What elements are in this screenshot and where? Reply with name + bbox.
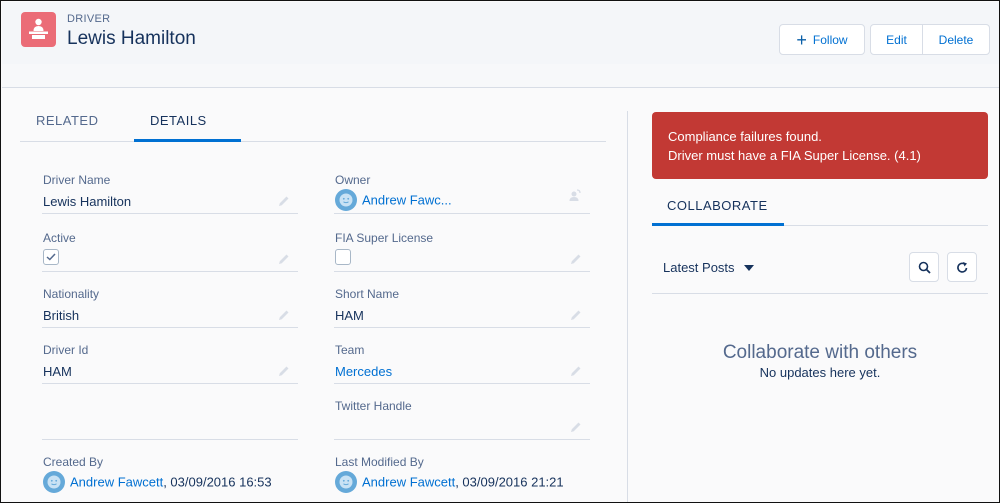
caret-down-icon bbox=[743, 264, 754, 271]
plus-icon: + bbox=[796, 29, 807, 50]
field-label: Nationality bbox=[43, 287, 100, 301]
field-active: Active bbox=[42, 216, 298, 272]
change-owner-icon[interactable] bbox=[568, 188, 582, 207]
active-checkbox bbox=[43, 249, 59, 265]
search-feed-button[interactable] bbox=[909, 252, 939, 282]
driver-podium-icon bbox=[21, 12, 56, 47]
feed-filter-label: Latest Posts bbox=[663, 260, 735, 275]
field-label: Active bbox=[43, 231, 76, 245]
empty-feed-subtitle: No updates here yet. bbox=[759, 365, 881, 380]
field-value: British bbox=[43, 308, 80, 323]
follow-button[interactable]: + Follow bbox=[779, 24, 865, 55]
field-value: Lewis Hamilton bbox=[43, 194, 132, 209]
team-link[interactable]: Mercedes bbox=[335, 364, 392, 379]
owner-link[interactable]: Andrew Fawc... bbox=[362, 192, 452, 207]
pencil-icon[interactable] bbox=[278, 194, 290, 212]
active-tab-indicator bbox=[134, 139, 241, 142]
tab-collaborate[interactable]: COLLABORATE bbox=[667, 198, 768, 213]
created-timestamp: , 03/09/2016 16:53 bbox=[163, 474, 272, 490]
field-team: Team Mercedes bbox=[334, 328, 590, 384]
field-label: Driver Name bbox=[43, 173, 111, 187]
created-by-user-link[interactable]: Andrew Fawcett bbox=[70, 474, 163, 489]
pencil-icon[interactable] bbox=[570, 420, 582, 438]
record-title: Lewis Hamilton bbox=[67, 28, 196, 49]
feed-filter-dropdown[interactable]: Latest Posts bbox=[663, 260, 754, 275]
pencil-icon[interactable] bbox=[570, 364, 582, 382]
field-created-by: Created By Andrew Fawcett, 03/09/2016 16… bbox=[42, 440, 298, 496]
compliance-alert: Compliance failures found. Driver must h… bbox=[652, 112, 988, 179]
field-label: Team bbox=[335, 343, 365, 357]
pencil-icon[interactable] bbox=[278, 252, 290, 270]
delete-button[interactable]: Delete bbox=[922, 24, 990, 55]
field-label: Owner bbox=[335, 173, 371, 187]
alert-line-1: Compliance failures found. bbox=[668, 129, 822, 144]
field-short-name: Short Name HAM bbox=[334, 272, 590, 328]
field-driver-name: Driver Name Lewis Hamilton bbox=[42, 158, 298, 214]
feed-divider bbox=[652, 293, 988, 294]
modified-timestamp: , 03/09/2016 21:21 bbox=[455, 474, 564, 490]
record-header: DRIVER Lewis Hamilton + Follow Edit Dele… bbox=[2, 2, 999, 64]
pencil-icon[interactable] bbox=[570, 308, 582, 326]
alert-line-2: Driver must have a FIA Super License. (4… bbox=[668, 148, 921, 163]
modified-by-user-link[interactable]: Andrew Fawcett bbox=[362, 474, 455, 489]
follow-label: Follow bbox=[812, 32, 848, 47]
pencil-icon[interactable] bbox=[278, 364, 290, 382]
user-avatar-icon bbox=[335, 189, 357, 211]
active-tab-indicator bbox=[652, 223, 784, 226]
edit-button[interactable]: Edit bbox=[870, 24, 923, 55]
empty-feed-title: Collaborate with others bbox=[722, 342, 918, 363]
refresh-icon bbox=[956, 261, 967, 273]
field-fia-super-license: FIA Super License bbox=[334, 216, 590, 272]
field-label: Short Name bbox=[335, 287, 400, 301]
field-last-modified-by: Last Modified By Andrew Fawcett, 03/09/2… bbox=[334, 440, 590, 496]
record-tabs: RELATED DETAILS bbox=[20, 101, 606, 142]
field-label: FIA Super License bbox=[335, 231, 434, 245]
field-twitter-handle: Twitter Handle bbox=[334, 384, 590, 440]
object-type-label: DRIVER bbox=[67, 13, 111, 25]
field-owner: Owner Andrew Fawc... bbox=[334, 158, 590, 214]
field-label: Driver Id bbox=[43, 343, 89, 357]
tab-details[interactable]: DETAILS bbox=[150, 113, 207, 128]
field-label: Last Modified By bbox=[335, 455, 424, 469]
pencil-icon[interactable] bbox=[570, 252, 582, 270]
field-value: HAM bbox=[43, 364, 72, 379]
field-driver-id: Driver Id HAM bbox=[42, 328, 298, 384]
header-divider bbox=[2, 64, 999, 88]
checkmark-icon bbox=[46, 253, 56, 261]
search-icon bbox=[918, 261, 931, 274]
field-label: Twitter Handle bbox=[335, 399, 412, 413]
user-avatar-icon bbox=[335, 471, 357, 493]
column-divider bbox=[627, 111, 628, 502]
field-value: HAM bbox=[335, 308, 364, 323]
pencil-icon[interactable] bbox=[278, 308, 290, 326]
tab-related[interactable]: RELATED bbox=[36, 113, 99, 128]
collaborate-tabs: COLLABORATE bbox=[652, 187, 988, 226]
fia-super-license-checkbox bbox=[335, 249, 351, 265]
field-label: Created By bbox=[43, 455, 104, 469]
refresh-feed-button[interactable] bbox=[947, 252, 977, 282]
user-avatar-icon bbox=[43, 471, 65, 493]
record-page: DRIVER Lewis Hamilton + Follow Edit Dele… bbox=[0, 0, 1000, 503]
field-nationality: Nationality British bbox=[42, 272, 298, 328]
